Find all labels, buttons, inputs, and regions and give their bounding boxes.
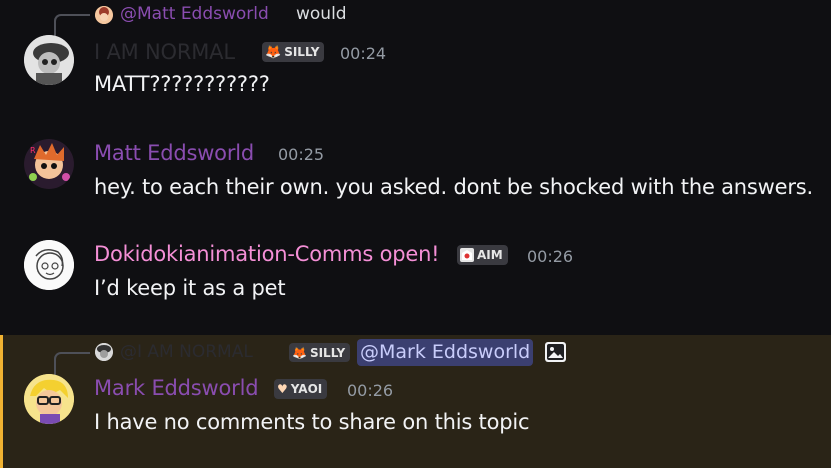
reply-connector	[54, 352, 90, 376]
image-icon[interactable]	[545, 342, 566, 362]
mention-pill[interactable]: @Mark Eddsworld	[357, 339, 534, 366]
avatar[interactable]	[24, 374, 74, 424]
heart-icon: ♥	[277, 382, 288, 396]
author-name[interactable]: Dokidokianimation-Comms open!	[94, 242, 440, 266]
reply-author[interactable]: @I AM NORMAL	[120, 342, 253, 362]
timestamp: 00:26	[347, 381, 394, 400]
message-text: I’d keep it as a pet	[94, 276, 286, 300]
role-badge[interactable]: AIM	[457, 245, 508, 265]
badge-label: SILLY	[284, 45, 320, 59]
svg-text:R: R	[30, 146, 36, 155]
role-badge[interactable]: 🦊 SILLY	[262, 42, 325, 62]
reply-connector	[54, 14, 90, 38]
reply-avatar[interactable]	[95, 343, 113, 361]
avatar[interactable]	[24, 240, 74, 290]
timestamp: 00:24	[340, 44, 387, 63]
message-text: I have no comments to share on this topi…	[94, 410, 530, 434]
role-badge[interactable]: ♥ YAOI	[274, 379, 328, 399]
reply-content[interactable]: would	[296, 4, 347, 24]
avatar[interactable]: R	[24, 139, 74, 189]
badge-label: AIM	[477, 248, 503, 262]
author-name[interactable]: Matt Eddsworld	[94, 141, 254, 165]
fox-icon: 🦊	[292, 345, 307, 360]
timestamp: 00:26	[527, 247, 574, 266]
badge-label: SILLY	[309, 345, 346, 360]
avatar[interactable]	[24, 35, 74, 85]
fox-icon: 🦊	[265, 44, 282, 60]
timestamp: 00:25	[278, 145, 325, 164]
author-name[interactable]: I AM NORMAL	[94, 40, 235, 64]
reply-avatar[interactable]	[95, 6, 113, 24]
author-name[interactable]: Mark Eddsworld	[94, 376, 259, 400]
reply-role-badge[interactable]: 🦊 SILLY	[289, 343, 351, 362]
message-text: MATT???????????	[94, 72, 270, 96]
mention-highlight-bar	[0, 335, 3, 468]
message-text: hey. to each their own. you asked. dont …	[94, 175, 814, 199]
badge-label: YAOI	[290, 382, 323, 396]
aim-emblem-icon	[460, 248, 474, 262]
reply-author[interactable]: @Matt Eddsworld	[120, 4, 269, 24]
